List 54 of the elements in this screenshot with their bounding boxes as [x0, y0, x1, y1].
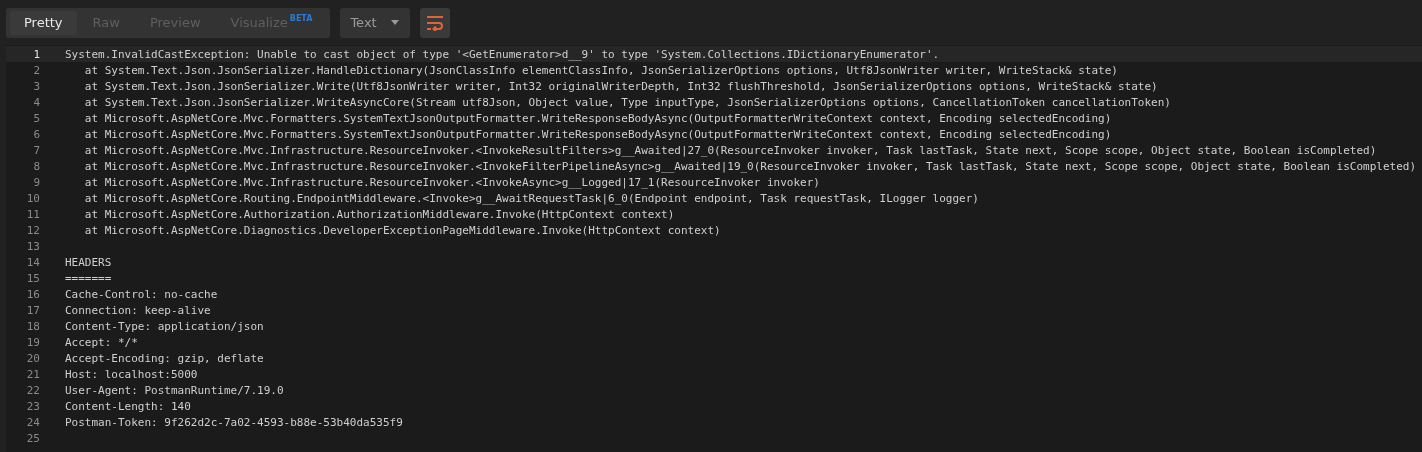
line-number: 7 — [32, 143, 40, 157]
code-line: at Microsoft.AspNetCore.Mvc.Formatters.SystemTextJsonOutputFormatter.WriteResponseBodyAsync(OutputFormatterWriteContext context, Encoding selectedEncoding) — [83, 127, 1112, 141]
code-line: at Microsoft.AspNetCore.Diagnostics.DeveloperExceptionPageMiddleware.Invoke(HttpContext context) — [83, 223, 721, 237]
code-line: Cache-Control: no-cache — [65, 287, 218, 301]
line-number: 12 — [25, 223, 40, 237]
line-number: 3 — [32, 79, 40, 93]
code-line: at Microsoft.AspNetCore.Mvc.Infrastructure.ResourceInvoker.<InvokeResultFilters>g__Awaited|27_0(ResourceInvoker invoker, Task lastTask, State next, Scope scope, Object state, Boolean isCompleted) — [83, 143, 1377, 157]
code-line: Content-Length: 140 — [65, 399, 191, 413]
line-number: 23 — [25, 399, 40, 413]
line-number: 18 — [25, 319, 40, 333]
line-number: 10 — [25, 191, 40, 205]
line-number: 11 — [25, 207, 40, 221]
line-number: 15 — [25, 271, 40, 285]
line-number: 4 — [32, 95, 40, 109]
line-number: 17 — [25, 303, 40, 317]
line-number: 21 — [25, 367, 40, 381]
beta-label: BETA — [289, 14, 313, 23]
code-line: Connection: keep-alive — [65, 303, 211, 317]
code-line: at System.Text.Json.JsonSerializer.Write(Utf8JsonWriter writer, Int32 originalWriterDepth, Int32 flushThreshold, JsonSerializerOptions options, WriteStack& state) — [83, 79, 1158, 93]
line-number: 25 — [25, 431, 40, 445]
line-number: 8 — [32, 159, 40, 173]
wrap-lines-button[interactable] — [419, 7, 450, 38]
wrap-lines-icon — [425, 14, 444, 31]
line-number: 20 — [25, 351, 40, 365]
code-line: at System.Text.Json.JsonSerializer.WriteAsyncCore(Stream utf8Json, Object value, Type inputType, JsonSerializerOptions options, CancellationToken cancellationToken) — [83, 95, 1171, 109]
line-number: 19 — [25, 335, 40, 349]
code-line: Content-Type: application/json — [65, 319, 264, 333]
line-number: 5 — [32, 111, 40, 125]
line-number: 1 — [32, 47, 40, 61]
code-line: at Microsoft.AspNetCore.Mvc.Formatters.SystemTextJsonOutputFormatter.WriteResponseBodyAsync(OutputFormatterWriteContext context, Encoding selectedEncoding) — [83, 111, 1112, 125]
line-number: 2 — [32, 63, 40, 77]
code-line: Host: localhost:5000 — [65, 367, 198, 381]
code-line: ======= — [65, 271, 112, 285]
code-line: Accept-Encoding: gzip, deflate — [65, 351, 264, 365]
code-line: at Microsoft.AspNetCore.Routing.EndpointMiddleware.<Invoke>g__AwaitRequestTask|6_0(Endpoint endpoint, Task requestTask, ILogger logger) — [83, 191, 979, 205]
line-number: 6 — [32, 127, 40, 141]
code-line: System.InvalidCastException: Unable to cast object of type '<GetEnumerator>d__9' to type 'System.Collections.IDictionaryEnumerator'. — [65, 47, 940, 61]
line-number: 13 — [25, 239, 40, 253]
code-line: Postman-Token: 9f262d2c-7a02-4593-b88e-53b40da535f9 — [65, 415, 403, 429]
caret-icon — [390, 20, 399, 25]
line-number: 24 — [25, 415, 40, 429]
line-number: 22 — [25, 383, 40, 397]
format-dropdown[interactable]: Text — [340, 7, 410, 38]
code-line: at System.Text.Json.JsonSerializer.HandleDictionary(JsonClassInfo elementClassInfo, JsonSerializerOptions options, Utf8JsonWriter writer, WriteStack& state) — [83, 63, 1118, 77]
line-number: 16 — [25, 287, 40, 301]
code-line: User-Agent: PostmanRuntime/7.19.0 — [65, 383, 284, 397]
code-line: at Microsoft.AspNetCore.Authorization.AuthorizationMiddleware.Invoke(HttpContext context) — [83, 207, 675, 221]
code-line: at Microsoft.AspNetCore.Mvc.Infrastructure.ResourceInvoker.<InvokeFilterPipelineAsync>g__Awaited|19_0(ResourceInvoker invoker, Task lastTask, State next, Scope scope, Object state, Boolean isCompleted) — [83, 159, 1416, 173]
code-line: at Microsoft.AspNetCore.Mvc.Infrastructure.ResourceInvoker.<InvokeAsync>g__Logged|17_1(ResourceInvoker invoker) — [83, 175, 820, 189]
tab[interactable]: Pretty — [10, 10, 77, 35]
line-number: 9 — [32, 175, 40, 189]
code-line: Accept: */* — [65, 335, 138, 349]
line-number: 14 — [25, 255, 40, 269]
code-line: HEADERS — [65, 255, 112, 269]
